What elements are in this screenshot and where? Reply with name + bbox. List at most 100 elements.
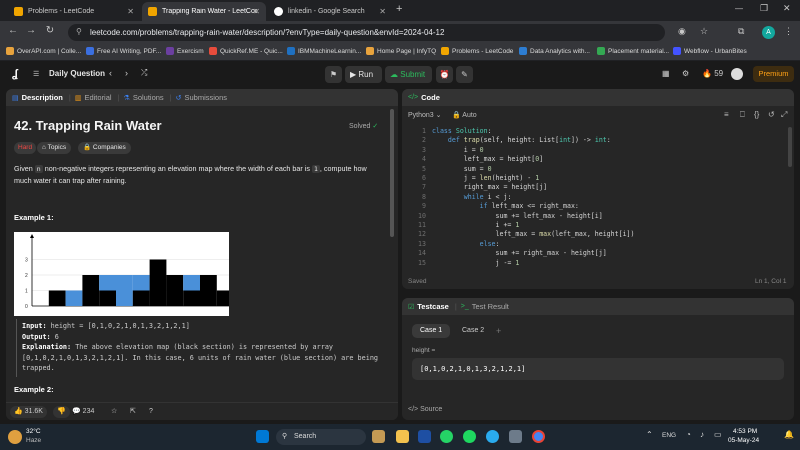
widgets-icon[interactable] bbox=[372, 430, 385, 443]
bookmark-item[interactable]: Home Page | InfyTQ bbox=[366, 47, 436, 55]
tab-testcase[interactable]: Testcase bbox=[417, 302, 449, 311]
battery-icon[interactable]: ▭ bbox=[714, 430, 722, 439]
debug-icon[interactable]: ⚑ bbox=[325, 66, 342, 83]
tab-description[interactable]: Description bbox=[22, 93, 63, 102]
taskbar-search[interactable]: ⚲ Search bbox=[276, 429, 366, 445]
bookmark-item[interactable]: Data Analytics with... bbox=[519, 47, 590, 55]
auto-mode-toggle[interactable]: 🔒 Auto bbox=[452, 111, 477, 119]
close-window-button[interactable]: ✕ bbox=[783, 3, 791, 14]
dislike-button[interactable]: 👎 bbox=[53, 406, 70, 418]
add-case-icon[interactable]: + bbox=[496, 324, 501, 338]
tab-editorial[interactable]: Editorial bbox=[84, 93, 111, 102]
bookmark-item[interactable]: Exercism bbox=[166, 47, 204, 55]
telegram-icon[interactable] bbox=[486, 430, 499, 443]
clock-time[interactable]: 4:53 PM bbox=[733, 428, 757, 435]
problem-title[interactable]: 42. Trapping Rain Water bbox=[14, 118, 162, 133]
browser-tab-active[interactable]: Trapping Rain Water - LeetCod ✕ bbox=[142, 2, 266, 21]
browser-menu-icon[interactable]: ⋮ bbox=[784, 26, 793, 37]
leetcode-logo-icon[interactable]: ʆ bbox=[12, 68, 18, 80]
back-arrow-icon[interactable]: ← bbox=[6, 25, 20, 36]
case-2-tab[interactable]: Case 2 bbox=[454, 324, 492, 338]
close-tab-icon[interactable]: ✕ bbox=[379, 7, 386, 16]
companies-button[interactable]: 🔒 Companies bbox=[78, 142, 131, 154]
new-tab-button[interactable]: + bbox=[396, 3, 402, 15]
next-problem-icon[interactable]: › bbox=[125, 68, 128, 78]
streak-counter[interactable]: 🔥 59 bbox=[702, 69, 723, 78]
height-input[interactable]: [0,1,0,2,1,0,1,3,2,1,2,1] bbox=[412, 358, 784, 380]
timer-icon[interactable]: ⏰ bbox=[436, 66, 453, 83]
volume-icon[interactable]: ♪ bbox=[700, 430, 704, 439]
case-1-tab[interactable]: Case 1 bbox=[412, 324, 451, 338]
whatsapp-icon[interactable] bbox=[440, 430, 453, 443]
minimize-button[interactable]: — bbox=[735, 4, 743, 13]
testcase-tab-bar: ☑ Testcase | >_ Test Result bbox=[402, 298, 794, 315]
cursor-position: Ln 1, Col 1 bbox=[755, 278, 787, 285]
fullscreen-icon[interactable]: ⤢ bbox=[781, 110, 787, 120]
notification-icon[interactable]: 🔔 bbox=[784, 430, 794, 439]
language-indicator[interactable]: ENG bbox=[662, 432, 676, 439]
clock-date[interactable]: 05-May-24 bbox=[728, 437, 759, 444]
browser-tab[interactable]: Problems - LeetCode ✕ bbox=[8, 2, 140, 21]
premium-button[interactable]: Premium bbox=[753, 66, 794, 82]
bookmark-item[interactable]: Placement material... bbox=[597, 47, 669, 55]
language-select[interactable]: Python3 ⌄ bbox=[408, 111, 442, 119]
forward-arrow-icon[interactable]: → bbox=[24, 25, 38, 36]
tab-test-result[interactable]: Test Result bbox=[472, 302, 509, 311]
tray-chevron-icon[interactable]: ⌃ bbox=[646, 430, 653, 439]
app-l-icon[interactable] bbox=[418, 430, 431, 443]
profile-avatar[interactable]: A bbox=[762, 26, 775, 39]
tab-solutions[interactable]: Solutions bbox=[133, 93, 164, 102]
like-button[interactable]: 👍 31.6K bbox=[10, 406, 47, 418]
wifi-icon[interactable]: ◔ bbox=[686, 430, 691, 439]
braces-icon[interactable]: {} bbox=[754, 110, 759, 119]
favorite-star-icon[interactable]: ☆ bbox=[111, 406, 117, 418]
code-area[interactable]: 1 class Solution: 2 def trap(self, height… bbox=[402, 127, 794, 269]
user-avatar[interactable] bbox=[731, 68, 743, 80]
bookmark-item[interactable]: Free AI Writing, PDF... bbox=[86, 47, 161, 55]
shuffle-icon[interactable]: ⤮ bbox=[141, 68, 147, 78]
browser-tab[interactable]: linkedin - Google Search ✕ bbox=[268, 2, 392, 21]
chrome-icon[interactable] bbox=[532, 430, 545, 443]
prev-problem-icon[interactable]: ‹ bbox=[109, 68, 112, 78]
daily-question-link[interactable]: Daily Question bbox=[49, 69, 105, 78]
close-tab-icon[interactable]: ✕ bbox=[127, 7, 134, 16]
editor-scrollbar[interactable] bbox=[788, 127, 792, 167]
bookmark-item[interactable]: IBMMachineLearnin... bbox=[287, 47, 361, 55]
reload-icon[interactable]: ↻ bbox=[43, 25, 57, 36]
bookmark-item[interactable]: Webflow - UrbanBites bbox=[673, 47, 747, 55]
site-info-icon[interactable]: ⚲ bbox=[76, 27, 82, 36]
share-icon[interactable]: ⇱ bbox=[130, 406, 136, 418]
eye-icon[interactable]: ◉ bbox=[678, 26, 686, 37]
bookmark-icon[interactable]: ⎕ bbox=[740, 110, 745, 120]
submit-button[interactable]: ☁ Submit bbox=[385, 66, 432, 83]
tab-submissions[interactable]: Submissions bbox=[185, 93, 228, 102]
close-tab-icon[interactable]: ✕ bbox=[253, 7, 260, 16]
format-icon[interactable]: ≡ bbox=[724, 110, 729, 119]
list-icon[interactable]: ☰ bbox=[33, 70, 39, 78]
run-button[interactable]: ▶ Run bbox=[345, 66, 382, 83]
code-inline: 1 bbox=[312, 165, 320, 173]
url-input[interactable]: ⚲ leetcode.com/problems/trapping-rain-wa… bbox=[68, 24, 665, 41]
bookmark-item[interactable]: Problems - LeetCode bbox=[441, 47, 513, 55]
source-link[interactable]: </> Source bbox=[408, 406, 442, 413]
spotify-icon[interactable] bbox=[463, 430, 476, 443]
file-explorer-icon[interactable] bbox=[396, 430, 409, 443]
companies-label: Companies bbox=[92, 144, 126, 151]
comments-button[interactable]: 💬 234 bbox=[72, 406, 94, 418]
bookmark-label: Free AI Writing, PDF... bbox=[97, 47, 162, 55]
layout-icon[interactable]: ▦ bbox=[662, 69, 670, 78]
help-icon[interactable]: ? bbox=[149, 406, 153, 418]
notes-icon[interactable]: ✎ bbox=[456, 66, 473, 83]
windows-start-icon[interactable] bbox=[256, 430, 269, 443]
extensions-icon[interactable]: ⧉ bbox=[738, 26, 744, 37]
weather-icon[interactable] bbox=[8, 430, 22, 444]
scrollbar-thumb[interactable] bbox=[390, 109, 394, 237]
bookmark-star-icon[interactable]: ☆ bbox=[700, 26, 708, 37]
maximize-button[interactable]: ❐ bbox=[760, 3, 768, 14]
topics-button[interactable]: ⌂ Topics bbox=[37, 142, 72, 154]
settings-gear-icon[interactable]: ⚙ bbox=[682, 69, 689, 78]
reset-icon[interactable]: ↺ bbox=[768, 110, 775, 119]
settings-app-icon[interactable] bbox=[509, 430, 522, 443]
bookmark-item[interactable]: OverAPI.com | Colle... bbox=[6, 47, 81, 55]
bookmark-item[interactable]: QuickRef.ME - Quic... bbox=[209, 47, 283, 55]
